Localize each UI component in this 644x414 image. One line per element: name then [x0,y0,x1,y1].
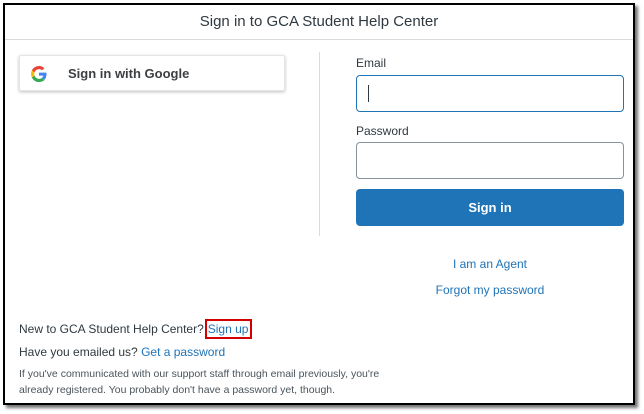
signin-dialog: Sign in to GCA Student Help Center Sign … [3,3,635,405]
google-icon [31,66,47,82]
emailed-text: Have you emailed us? [19,345,138,359]
agent-link[interactable]: I am an Agent [356,257,624,271]
google-signin-button[interactable]: Sign in with Google [19,55,285,91]
text-caret [368,85,369,102]
emailed-prompt: Have you emailed us? Get a password [19,345,225,359]
forgot-password-link[interactable]: Forgot my password [356,283,624,297]
registration-note: If you've communicated with our support … [19,368,380,396]
new-user-text: New to GCA Student Help Center? [19,322,204,336]
signin-button[interactable]: Sign in [356,189,624,226]
email-field[interactable] [356,75,624,112]
header-divider [5,39,633,40]
vertical-divider [319,52,320,236]
google-signin-label: Sign in with Google [68,66,190,81]
get-password-link[interactable]: Get a password [141,345,225,359]
signup-highlight-box: Sign up [204,319,253,339]
signup-link[interactable]: Sign up [208,322,249,336]
page-title: Sign in to GCA Student Help Center [199,13,439,30]
password-label: Password [356,124,409,138]
email-label: Email [356,56,387,70]
new-user-prompt: New to GCA Student Help Center? Sign up [19,319,253,339]
password-field[interactable] [356,142,624,179]
